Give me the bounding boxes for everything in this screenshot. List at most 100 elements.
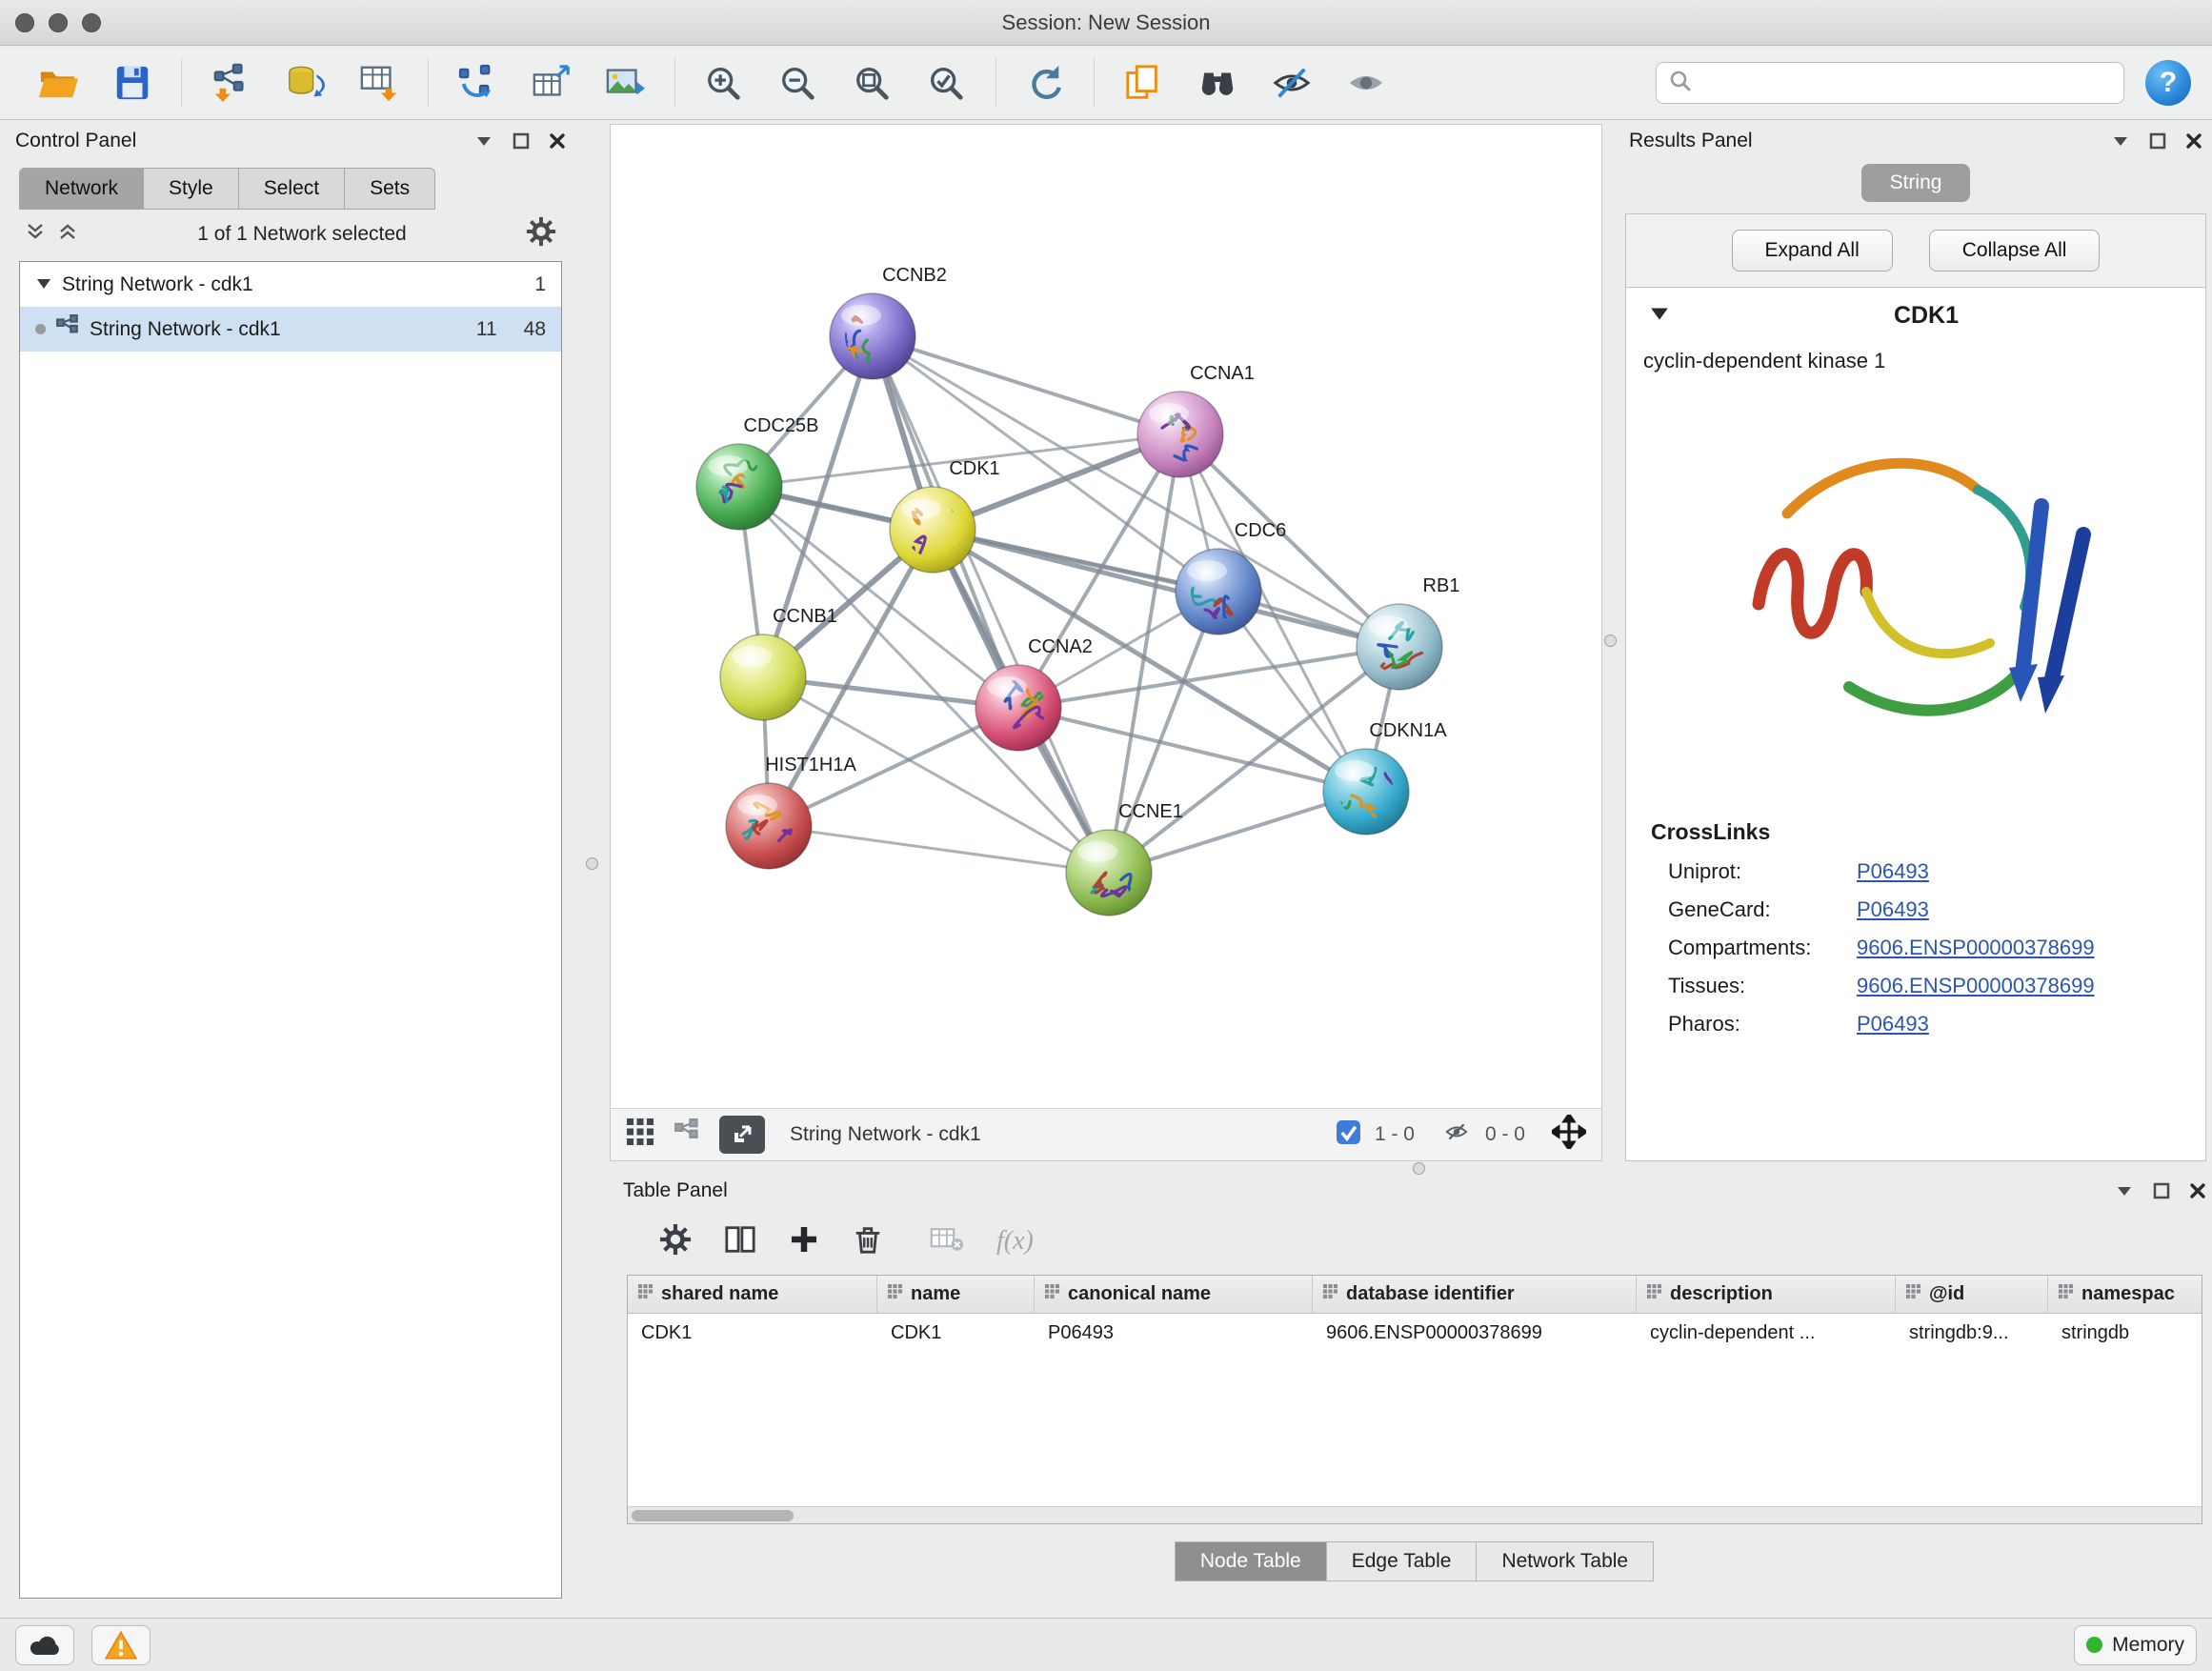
column-header-namespac[interactable]: namespac (2048, 1276, 2202, 1313)
network-row[interactable]: String Network - cdk1 11 48 (20, 307, 561, 352)
close-window-button[interactable] (15, 13, 34, 32)
crosslink-link-genecard[interactable]: P06493 (1857, 897, 1929, 922)
horizontal-splitter-handle[interactable] (1413, 1162, 1425, 1175)
zoom-window-button[interactable] (82, 13, 101, 32)
crosslink-link-pharos[interactable]: P06493 (1857, 1012, 1929, 1037)
right-splitter-handle[interactable] (1604, 634, 1617, 647)
network-view-name: String Network - cdk1 (790, 1123, 981, 1146)
help-button[interactable]: ? (2145, 60, 2191, 106)
network-node-ccna2[interactable] (975, 665, 1061, 751)
column-header-label: @id (1929, 1283, 1964, 1305)
show-all-button[interactable] (1329, 53, 1403, 112)
show-columns-icon[interactable] (724, 1223, 756, 1260)
expand-all-button[interactable]: Expand All (1732, 230, 1893, 272)
network-overview-icon[interactable] (674, 1118, 700, 1151)
network-edge[interactable] (769, 826, 1109, 873)
close-panel-icon[interactable] (2189, 1182, 2206, 1199)
save-session-button[interactable] (95, 53, 170, 112)
import-network-file-button[interactable] (193, 53, 268, 112)
column-header-label: namespac (2081, 1283, 2175, 1305)
column-header-id[interactable]: @id (1896, 1276, 2048, 1313)
close-panel-icon[interactable] (549, 132, 566, 150)
close-panel-icon[interactable] (2185, 132, 2202, 150)
crosslink-link-compartments[interactable]: 9606.ENSP00000378699 (1857, 936, 2095, 960)
selected-checkbox-icon[interactable] (1336, 1119, 1361, 1151)
network-node-cdk1[interactable] (890, 487, 975, 573)
grid-view-icon[interactable] (626, 1117, 654, 1152)
network-node-ccnb2[interactable] (830, 293, 915, 379)
network-node-ccna1[interactable] (1137, 392, 1223, 477)
tab-network-table[interactable]: Network Table (1476, 1541, 1654, 1581)
network-node-cdc25b[interactable] (696, 444, 782, 530)
column-header-name[interactable]: name (877, 1276, 1035, 1313)
tab-sets[interactable]: Sets (344, 168, 435, 210)
crosslink-link-uniprot[interactable]: P06493 (1857, 859, 1929, 884)
section-collapse-icon[interactable] (1649, 306, 1670, 326)
crosslink-link-tissues[interactable]: 9606.ENSP00000378699 (1857, 974, 2095, 998)
zoom-fit-button[interactable] (835, 53, 910, 112)
zoom-in-button[interactable] (687, 53, 761, 112)
import-network-database-button[interactable] (268, 53, 342, 112)
left-splitter-handle[interactable] (586, 857, 598, 870)
new-network-button[interactable] (440, 53, 514, 112)
tab-node-table[interactable]: Node Table (1175, 1541, 1327, 1581)
fit-content-crosshair-icon[interactable] (1552, 1115, 1586, 1155)
save-session-icon (112, 63, 152, 103)
zoom-out-button[interactable] (761, 53, 835, 112)
collapse-all-button[interactable]: Collapse All (1929, 230, 2101, 272)
column-header-canonical-name[interactable]: canonical name (1035, 1276, 1313, 1313)
network-edge[interactable] (873, 336, 1109, 873)
open-session-button[interactable] (21, 53, 95, 112)
collapse-panel-icon[interactable] (2115, 1184, 2134, 1198)
tab-network[interactable]: Network (19, 168, 143, 210)
network-collection-row[interactable]: String Network - cdk1 1 (20, 262, 561, 307)
float-panel-icon[interactable] (2153, 1182, 2170, 1199)
float-panel-icon[interactable] (513, 132, 530, 150)
search-input[interactable] (1700, 70, 2112, 95)
cloud-button[interactable] (15, 1625, 74, 1665)
tab-edge-table[interactable]: Edge Table (1326, 1541, 1478, 1581)
zoom-selected-button[interactable] (910, 53, 984, 112)
tab-string[interactable]: String (1861, 164, 1971, 202)
hide-selected-button[interactable] (1255, 53, 1329, 112)
export-table-button[interactable] (514, 53, 589, 112)
delete-column-trash-icon[interactable] (852, 1223, 884, 1260)
network-node-rb1[interactable] (1357, 604, 1442, 690)
scrollbar-thumb[interactable] (632, 1510, 794, 1521)
warnings-button[interactable] (91, 1625, 151, 1665)
expand-all-networks-icon[interactable] (25, 222, 46, 247)
import-table-file-button[interactable] (342, 53, 416, 112)
network-canvas[interactable]: CCNB2CCNA1CDC25BCDK1CDC6RB1CCNB1CCNA2CDK… (611, 125, 1601, 1108)
table-settings-gear-icon[interactable] (659, 1223, 692, 1260)
table-horizontal-scrollbar[interactable] (628, 1506, 2202, 1523)
network-node-cdkn1a[interactable] (1323, 749, 1414, 835)
column-header-database-identifier[interactable]: database identifier (1313, 1276, 1637, 1313)
float-panel-icon[interactable] (2149, 132, 2166, 150)
hidden-eye-slash-icon[interactable] (1441, 1118, 1472, 1151)
duplicate-network-button[interactable] (1106, 53, 1180, 112)
search-box[interactable] (1656, 62, 2124, 104)
column-header-label: shared name (661, 1283, 778, 1305)
tab-style[interactable]: Style (143, 168, 238, 210)
gear-icon[interactable] (526, 216, 556, 252)
tab-select[interactable]: Select (238, 168, 344, 210)
first-neighbors-button[interactable] (1180, 53, 1255, 112)
add-column-plus-icon[interactable] (789, 1224, 819, 1259)
network-node-ccnb1[interactable] (720, 634, 806, 720)
collapse-all-networks-icon[interactable] (57, 222, 78, 247)
tree-expand-icon[interactable] (35, 273, 52, 296)
collapse-panel-icon[interactable] (2111, 134, 2130, 148)
network-node-cdc6[interactable] (1176, 549, 1261, 634)
collapse-panel-icon[interactable] (474, 134, 493, 148)
refresh-view-button[interactable] (1008, 53, 1082, 112)
column-header-description[interactable]: description (1637, 1276, 1896, 1313)
table-row[interactable]: CDK1CDK1P064939606.ENSP00000378699cyclin… (628, 1314, 2202, 1352)
column-header-shared-name[interactable]: shared name (628, 1276, 877, 1313)
export-image-button[interactable] (589, 53, 663, 112)
network-edge[interactable] (873, 336, 1180, 434)
network-node-hist1h1a[interactable] (726, 783, 812, 869)
memory-button[interactable]: Memory (2074, 1625, 2197, 1665)
minimize-window-button[interactable] (49, 13, 68, 32)
network-node-ccne1[interactable] (1066, 830, 1152, 916)
detach-view-button[interactable] (719, 1116, 765, 1154)
